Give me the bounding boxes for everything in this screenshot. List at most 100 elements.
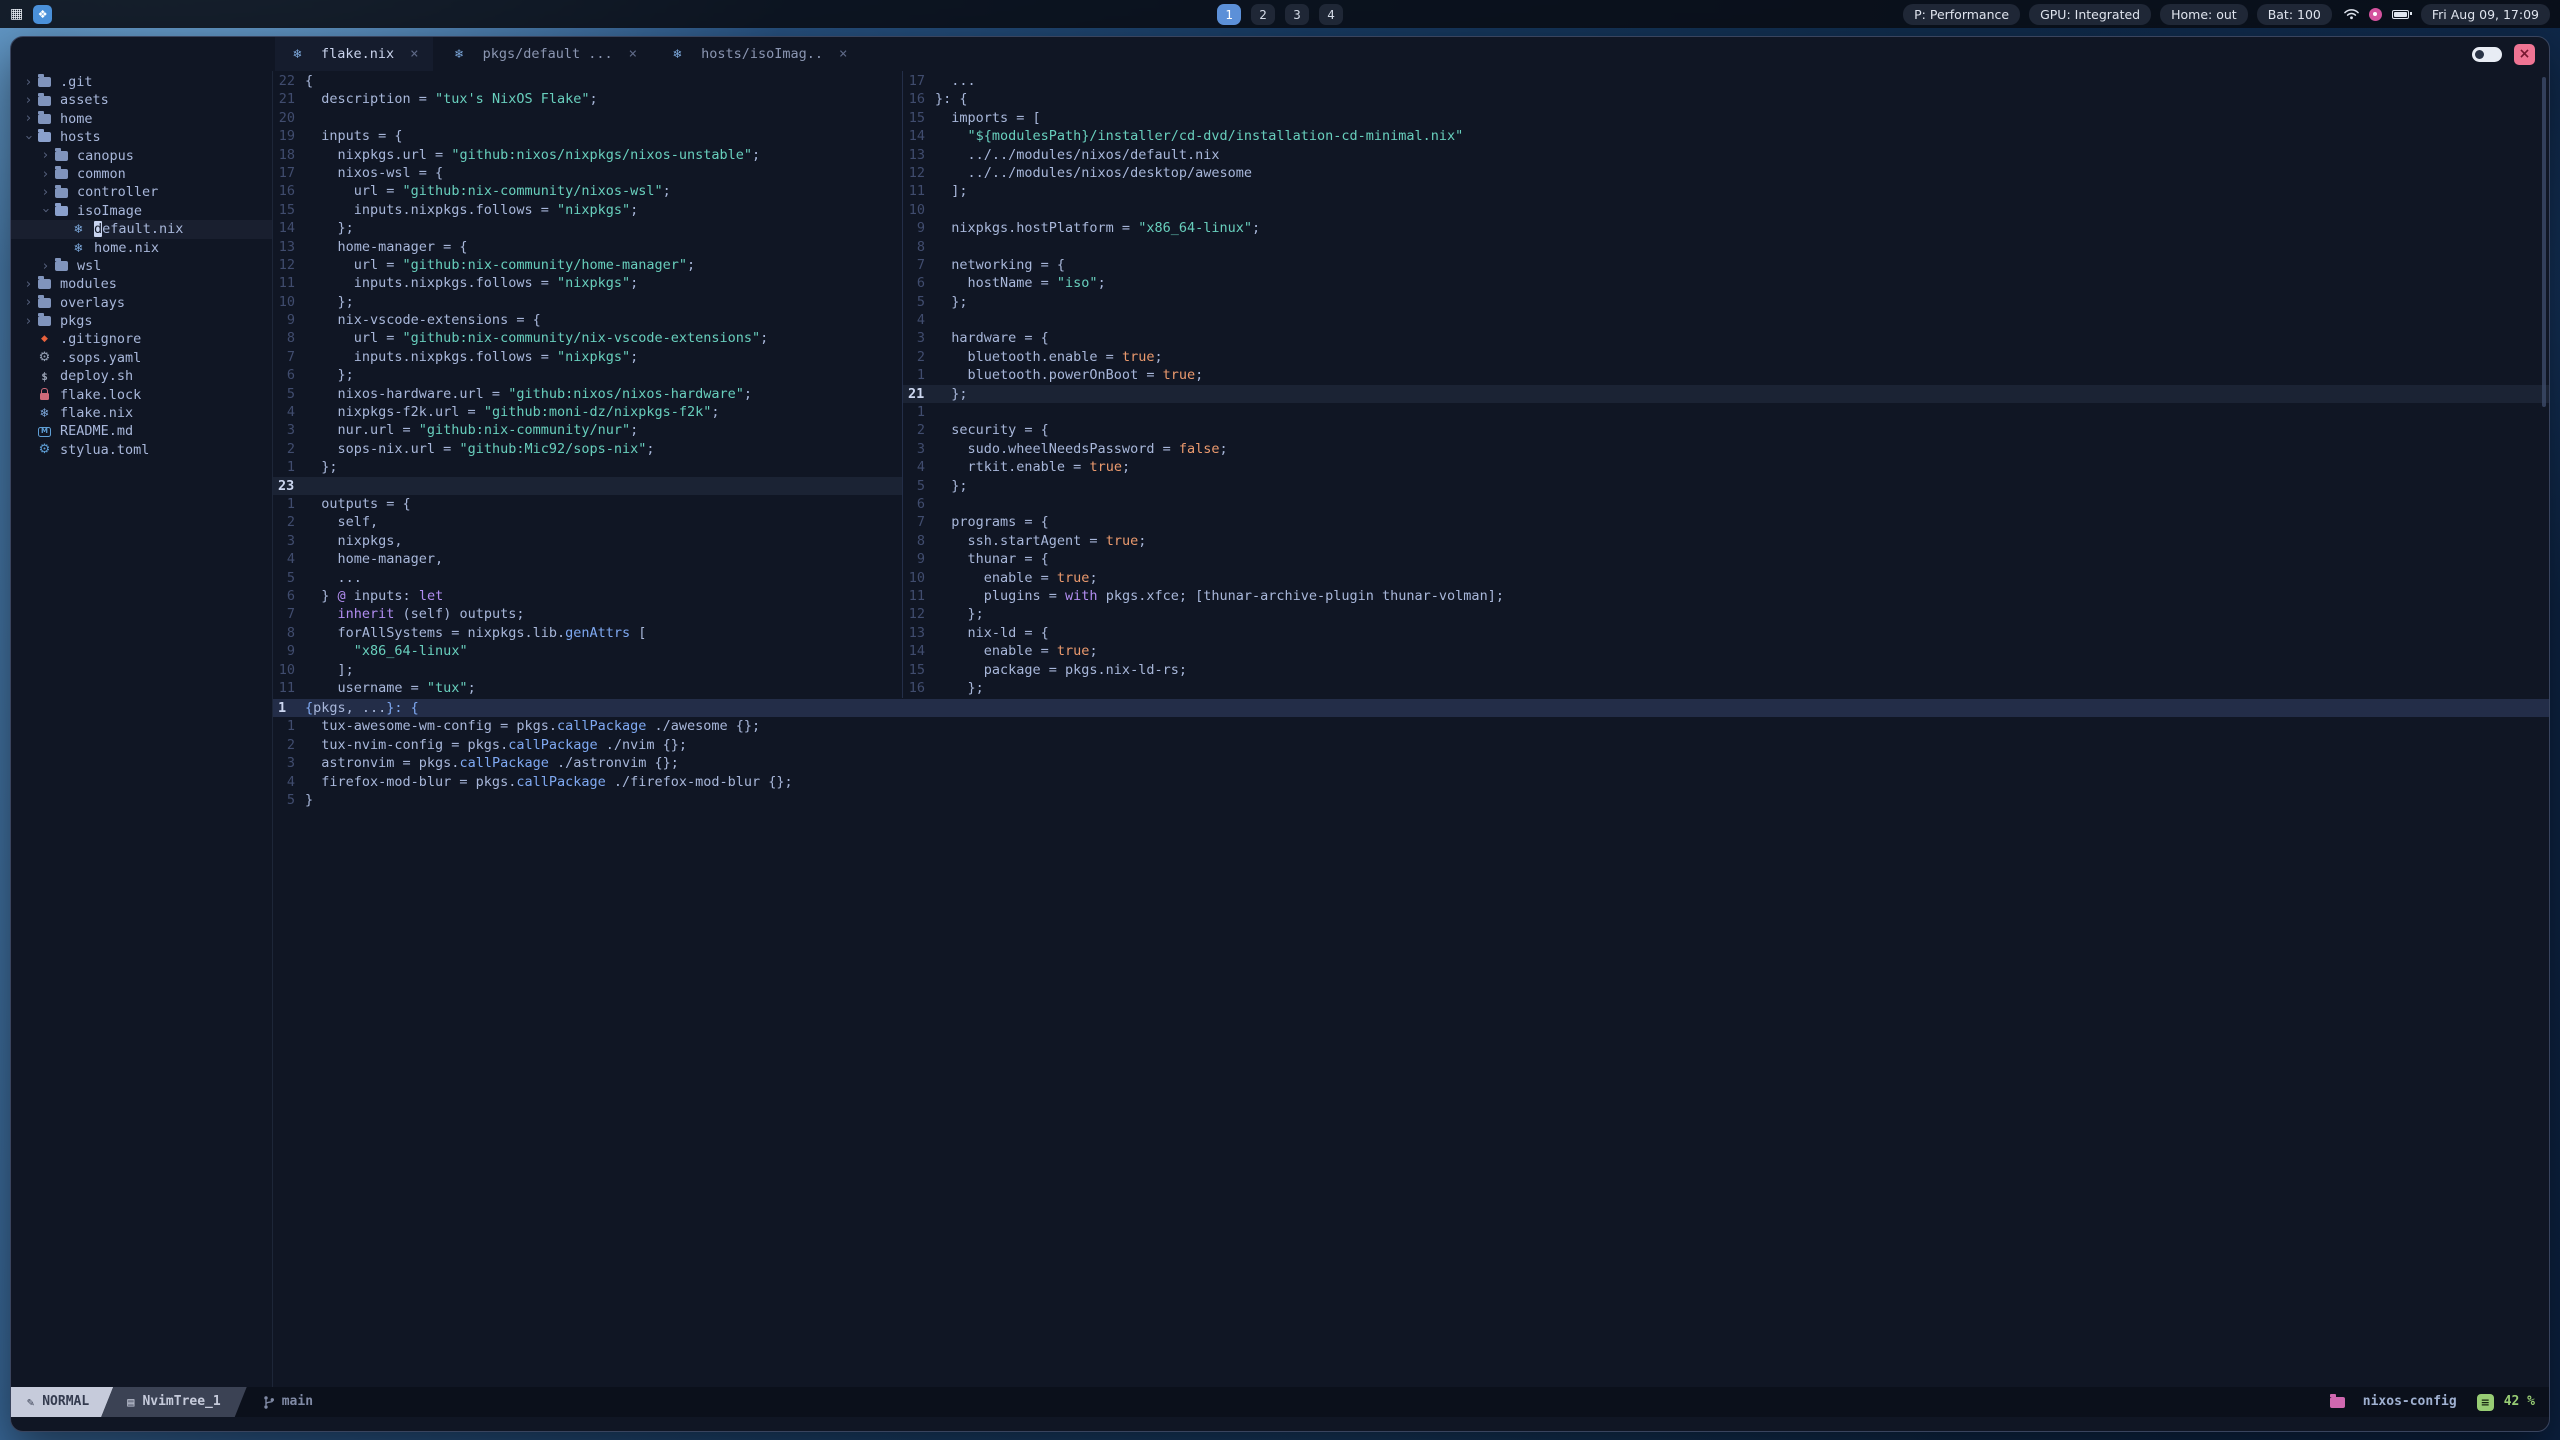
code-line[interactable]: 12 }; bbox=[903, 605, 2549, 623]
code-line[interactable]: 6 } @ inputs: let bbox=[273, 587, 902, 605]
tab-close-icon[interactable]: × bbox=[410, 46, 418, 62]
chevron-down-icon[interactable]: › bbox=[38, 203, 53, 218]
code-line[interactable]: 1 {pkgs, ...}: { bbox=[273, 699, 2549, 718]
workspace-button-4[interactable]: 4 bbox=[1319, 3, 1343, 25]
tree-item-common[interactable]: › common bbox=[11, 165, 272, 183]
code-line[interactable]: 8 url = "github:nix-community/nix-vscode… bbox=[273, 329, 902, 347]
code-line[interactable]: 13 nix-ld = { bbox=[903, 624, 2549, 642]
chevron-right-icon[interactable]: › bbox=[21, 112, 36, 125]
clock[interactable]: Fri Aug 09, 17:09 bbox=[2420, 3, 2550, 25]
code-line[interactable]: 17 ... bbox=[903, 72, 2549, 90]
tree-item-controller[interactable]: › controller bbox=[11, 183, 272, 201]
code-line[interactable]: 22 { bbox=[273, 72, 902, 90]
code-line[interactable]: 9 nix-vscode-extensions = { bbox=[273, 311, 902, 329]
code-line[interactable]: 1 bbox=[903, 403, 2549, 421]
code-line[interactable]: 15 inputs.nixpkgs.follows = "nixpkgs"; bbox=[273, 201, 902, 219]
code-line[interactable]: 14 }; bbox=[273, 219, 902, 237]
code-line[interactable]: 20 bbox=[273, 109, 902, 127]
status-pill-home-out[interactable]: Home: out bbox=[2160, 3, 2248, 25]
code-line[interactable]: 5 ... bbox=[273, 569, 902, 587]
scrollbar-thumb[interactable] bbox=[2542, 77, 2546, 407]
tree-item-modules[interactable]: › modules bbox=[11, 275, 272, 293]
code-line[interactable]: 4 bbox=[903, 311, 2549, 329]
code-line[interactable]: 3 nur.url = "github:nix-community/nur"; bbox=[273, 421, 902, 439]
tree-item-deploy-sh[interactable]: $ deploy.sh bbox=[11, 367, 272, 385]
app-grid-icon[interactable]: ▦ bbox=[10, 6, 23, 22]
code-line[interactable]: 16 url = "github:nix-community/nixos-wsl… bbox=[273, 182, 902, 200]
status-pill-p-performance[interactable]: P: Performance bbox=[1903, 3, 2021, 25]
code-line[interactable]: 7 inherit (self) outputs; bbox=[273, 605, 902, 623]
tree-item-stylua-toml[interactable]: ⚙ stylua.toml bbox=[11, 441, 272, 459]
tree-item-home-nix[interactable]: ❄ home.nix bbox=[11, 239, 272, 257]
code-line[interactable]: 4 nixpkgs-f2k.url = "github:moni-dz/nixp… bbox=[273, 403, 902, 421]
code-line[interactable]: 15 imports = [ bbox=[903, 109, 2549, 127]
code-line[interactable]: 15 package = pkgs.nix-ld-rs; bbox=[903, 661, 2549, 679]
launcher-icon[interactable]: ❖ bbox=[33, 4, 53, 24]
code-line[interactable]: 2 security = { bbox=[903, 421, 2549, 439]
code-line[interactable]: 3 astronvim = pkgs.callPackage ./astronv… bbox=[273, 754, 2549, 772]
tab-hosts-isoimag[interactable]: ❄ hosts/isoImag.. × bbox=[655, 37, 861, 71]
chevron-right-icon[interactable]: › bbox=[38, 168, 53, 181]
code-line[interactable]: 1 bluetooth.powerOnBoot = true; bbox=[903, 366, 2549, 384]
code-line[interactable]: 3 sudo.wheelNeedsPassword = false; bbox=[903, 440, 2549, 458]
code-line[interactable]: 21 }; bbox=[903, 384, 2549, 404]
chevron-right-icon[interactable]: › bbox=[21, 296, 36, 309]
code-line[interactable]: 13 home-manager = { bbox=[273, 238, 902, 256]
tab-flake-nix[interactable]: ❄ flake.nix × bbox=[275, 37, 433, 71]
chevron-right-icon[interactable]: › bbox=[38, 260, 53, 273]
chevron-down-icon[interactable]: › bbox=[21, 130, 36, 145]
tree-item-hosts[interactable]: › hosts bbox=[11, 128, 272, 146]
chevron-right-icon[interactable]: › bbox=[38, 186, 53, 199]
tree-item-canopus[interactable]: › canopus bbox=[11, 147, 272, 165]
tab-pkgs-default[interactable]: ❄ pkgs/default ... × bbox=[437, 37, 651, 71]
code-line[interactable]: 14 "${modulesPath}/installer/cd-dvd/inst… bbox=[903, 127, 2549, 145]
code-line[interactable]: 9 "x86_64-linux" bbox=[273, 642, 902, 660]
workspace-button-3[interactable]: 3 bbox=[1285, 3, 1309, 25]
chevron-right-icon[interactable]: › bbox=[21, 278, 36, 291]
code-line[interactable]: 16}: { bbox=[903, 90, 2549, 108]
code-line[interactable]: 17 nixos-wsl = { bbox=[273, 164, 902, 182]
wifi-icon[interactable] bbox=[2344, 8, 2359, 20]
tree-item-home[interactable]: › home bbox=[11, 110, 272, 128]
tree-item-assets[interactable]: › assets bbox=[11, 91, 272, 109]
tree-item-git[interactable]: › .git bbox=[11, 73, 272, 91]
code-line[interactable]: 1 tux-awesome-wm-config = pkgs.callPacka… bbox=[273, 717, 2549, 735]
chevron-right-icon[interactable]: › bbox=[21, 94, 36, 107]
code-line[interactable]: 16 }; bbox=[903, 679, 2549, 697]
code-line[interactable]: 3 hardware = { bbox=[903, 329, 2549, 347]
tree-item-isoimage[interactable]: › isoImage bbox=[11, 202, 272, 220]
code-line[interactable]: 7 networking = { bbox=[903, 256, 2549, 274]
code-line[interactable]: 3 nixpkgs, bbox=[273, 532, 902, 550]
close-button[interactable]: × bbox=[2514, 43, 2535, 65]
code-line[interactable]: 10 bbox=[903, 201, 2549, 219]
code-line[interactable]: 9 thunar = { bbox=[903, 550, 2549, 568]
workspace-button-1[interactable]: 1 bbox=[1217, 3, 1241, 25]
code-line[interactable]: 23 bbox=[273, 476, 902, 495]
code-line[interactable]: 4 rtkit.enable = true; bbox=[903, 458, 2549, 476]
code-line[interactable]: 10 enable = true; bbox=[903, 569, 2549, 587]
code-line[interactable]: 5} bbox=[273, 791, 2549, 809]
code-line[interactable]: 10 ]; bbox=[273, 661, 902, 679]
tree-item-flake-nix[interactable]: ❄ flake.nix bbox=[11, 404, 272, 422]
code-line[interactable]: 5 }; bbox=[903, 293, 2549, 311]
code-line[interactable]: 19 inputs = { bbox=[273, 127, 902, 145]
code-line[interactable]: 5 nixos-hardware.url = "github:nixos/nix… bbox=[273, 385, 902, 403]
code-line[interactable]: 6 bbox=[903, 495, 2549, 513]
tree-item-overlays[interactable]: › overlays bbox=[11, 294, 272, 312]
code-line[interactable]: 9 nixpkgs.hostPlatform = "x86_64-linux"; bbox=[903, 219, 2549, 237]
code-line[interactable]: 6 hostName = "iso"; bbox=[903, 274, 2549, 292]
code-line[interactable]: 12 ../../modules/nixos/desktop/awesome bbox=[903, 164, 2549, 182]
code-line[interactable]: 4 firefox-mod-blur = pkgs.callPackage ./… bbox=[273, 773, 2549, 791]
code-line[interactable]: 6 }; bbox=[273, 366, 902, 384]
chevron-right-icon[interactable]: › bbox=[21, 315, 36, 328]
tree-item-sops-yaml[interactable]: ⚙ .sops.yaml bbox=[11, 349, 272, 367]
code-line[interactable]: 11 plugins = with pkgs.xfce; [thunar-arc… bbox=[903, 587, 2549, 605]
code-line[interactable]: 11 inputs.nixpkgs.follows = "nixpkgs"; bbox=[273, 274, 902, 292]
code-line[interactable]: 11 username = "tux"; bbox=[273, 679, 902, 697]
code-line[interactable]: 8 forAllSystems = nixpkgs.lib.genAttrs [ bbox=[273, 624, 902, 642]
code-line[interactable]: 2 sops-nix.url = "github:Mic92/sops-nix"… bbox=[273, 440, 902, 458]
tree-item-gitignore[interactable]: ◆ .gitignore bbox=[11, 330, 272, 348]
code-line[interactable]: 4 home-manager, bbox=[273, 550, 902, 568]
code-line[interactable]: 1 }; bbox=[273, 458, 902, 476]
tab-close-icon[interactable]: × bbox=[629, 46, 637, 62]
